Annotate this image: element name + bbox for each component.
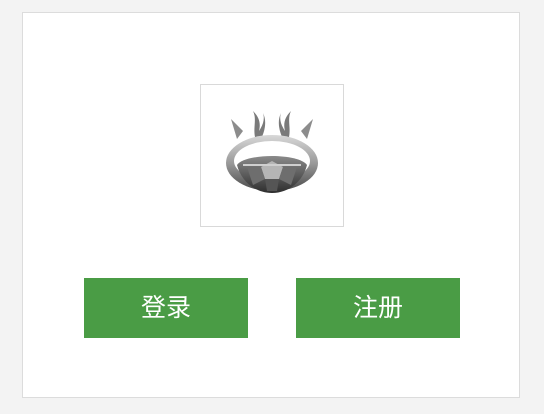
logo-frame: [200, 84, 344, 227]
antlered-crown-logo-icon: [226, 110, 318, 193]
login-button[interactable]: 登录: [84, 278, 248, 338]
register-button[interactable]: 注册: [296, 278, 460, 338]
